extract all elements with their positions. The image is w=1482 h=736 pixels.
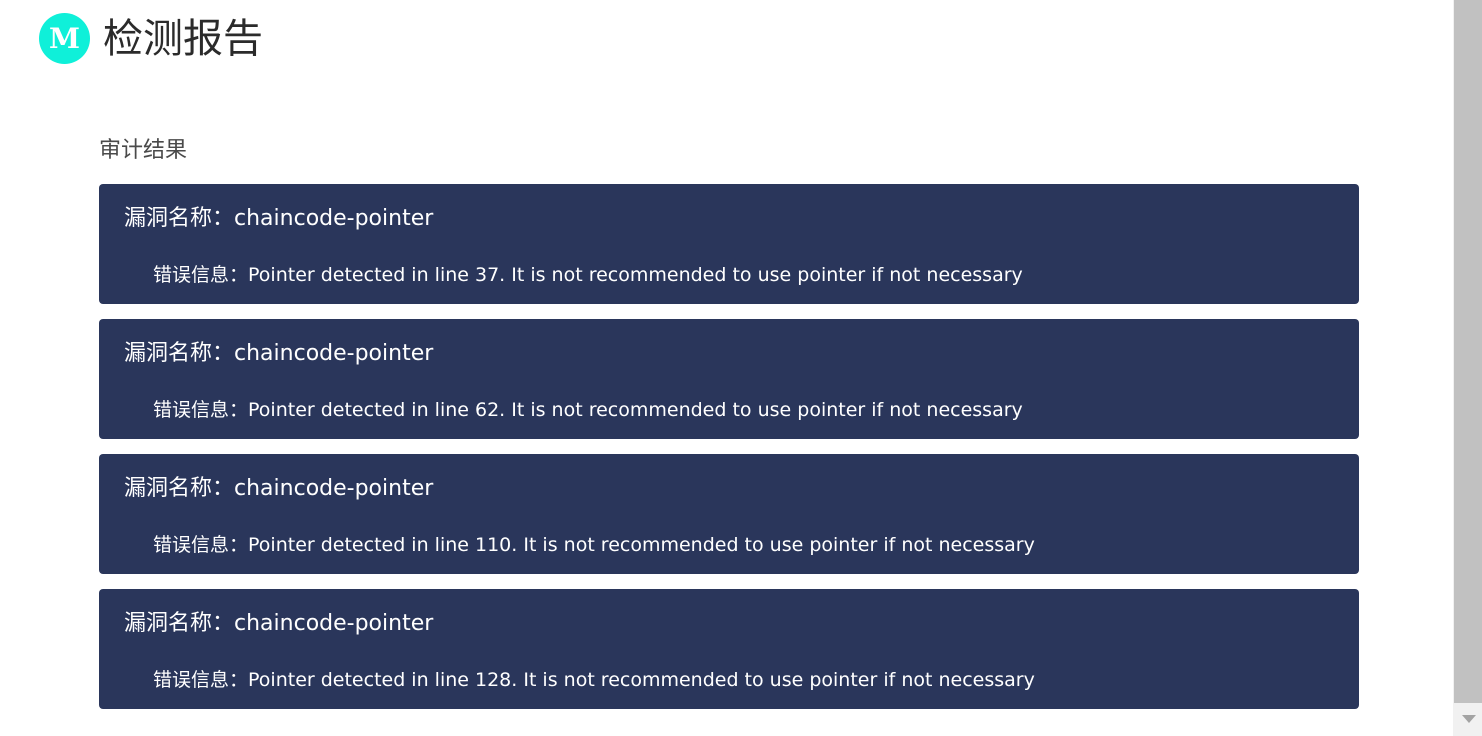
error-row: 错误信息：Pointer detected in line 62. It is …	[153, 399, 1023, 422]
result-card: 漏洞名称：chaincode-pointer 错误信息：Pointer dete…	[99, 589, 1359, 709]
error-label: 错误信息：	[153, 534, 249, 556]
result-card: 漏洞名称：chaincode-pointer 错误信息：Pointer dete…	[99, 454, 1359, 574]
vuln-name-row: 漏洞名称：chaincode-pointer	[124, 341, 433, 367]
scrollbar-thumb[interactable]	[1454, 0, 1482, 703]
vuln-name-row: 漏洞名称：chaincode-pointer	[124, 206, 433, 232]
header: M 检测报告	[39, 13, 263, 64]
error-row: 错误信息：Pointer detected in line 37. It is …	[153, 264, 1023, 287]
scroll-down-arrow-icon[interactable]	[1462, 715, 1476, 723]
report-page: M 检测报告 审计结果 漏洞名称：chaincode-pointer 错误信息：…	[0, 0, 1482, 736]
vuln-name-row: 漏洞名称：chaincode-pointer	[124, 476, 433, 502]
vuln-label: 漏洞名称：	[124, 341, 235, 366]
page-title: 检测报告	[103, 15, 263, 62]
error-message: Pointer detected in line 37. It is not r…	[248, 264, 1023, 286]
result-card: 漏洞名称：chaincode-pointer 错误信息：Pointer dete…	[99, 184, 1359, 304]
error-row: 错误信息：Pointer detected in line 110. It is…	[153, 534, 1035, 557]
vuln-name-row: 漏洞名称：chaincode-pointer	[124, 611, 433, 637]
vuln-name: chaincode-pointer	[234, 206, 434, 231]
section-title: 审计结果	[99, 138, 188, 163]
error-label: 错误信息：	[153, 669, 249, 691]
vuln-name: chaincode-pointer	[234, 476, 434, 501]
vuln-name: chaincode-pointer	[234, 611, 434, 636]
error-label: 错误信息：	[153, 264, 249, 286]
error-message: Pointer detected in line 128. It is not …	[248, 669, 1035, 691]
results-list: 漏洞名称：chaincode-pointer 错误信息：Pointer dete…	[99, 184, 1359, 724]
error-row: 错误信息：Pointer detected in line 128. It is…	[153, 669, 1035, 692]
error-label: 错误信息：	[153, 399, 249, 421]
vuln-name: chaincode-pointer	[234, 341, 434, 366]
vuln-label: 漏洞名称：	[124, 206, 235, 231]
logo: M	[39, 13, 90, 64]
result-card: 漏洞名称：chaincode-pointer 错误信息：Pointer dete…	[99, 319, 1359, 439]
vuln-label: 漏洞名称：	[124, 476, 235, 501]
error-message: Pointer detected in line 62. It is not r…	[248, 399, 1023, 421]
error-message: Pointer detected in line 110. It is not …	[248, 534, 1035, 556]
vuln-label: 漏洞名称：	[124, 611, 235, 636]
